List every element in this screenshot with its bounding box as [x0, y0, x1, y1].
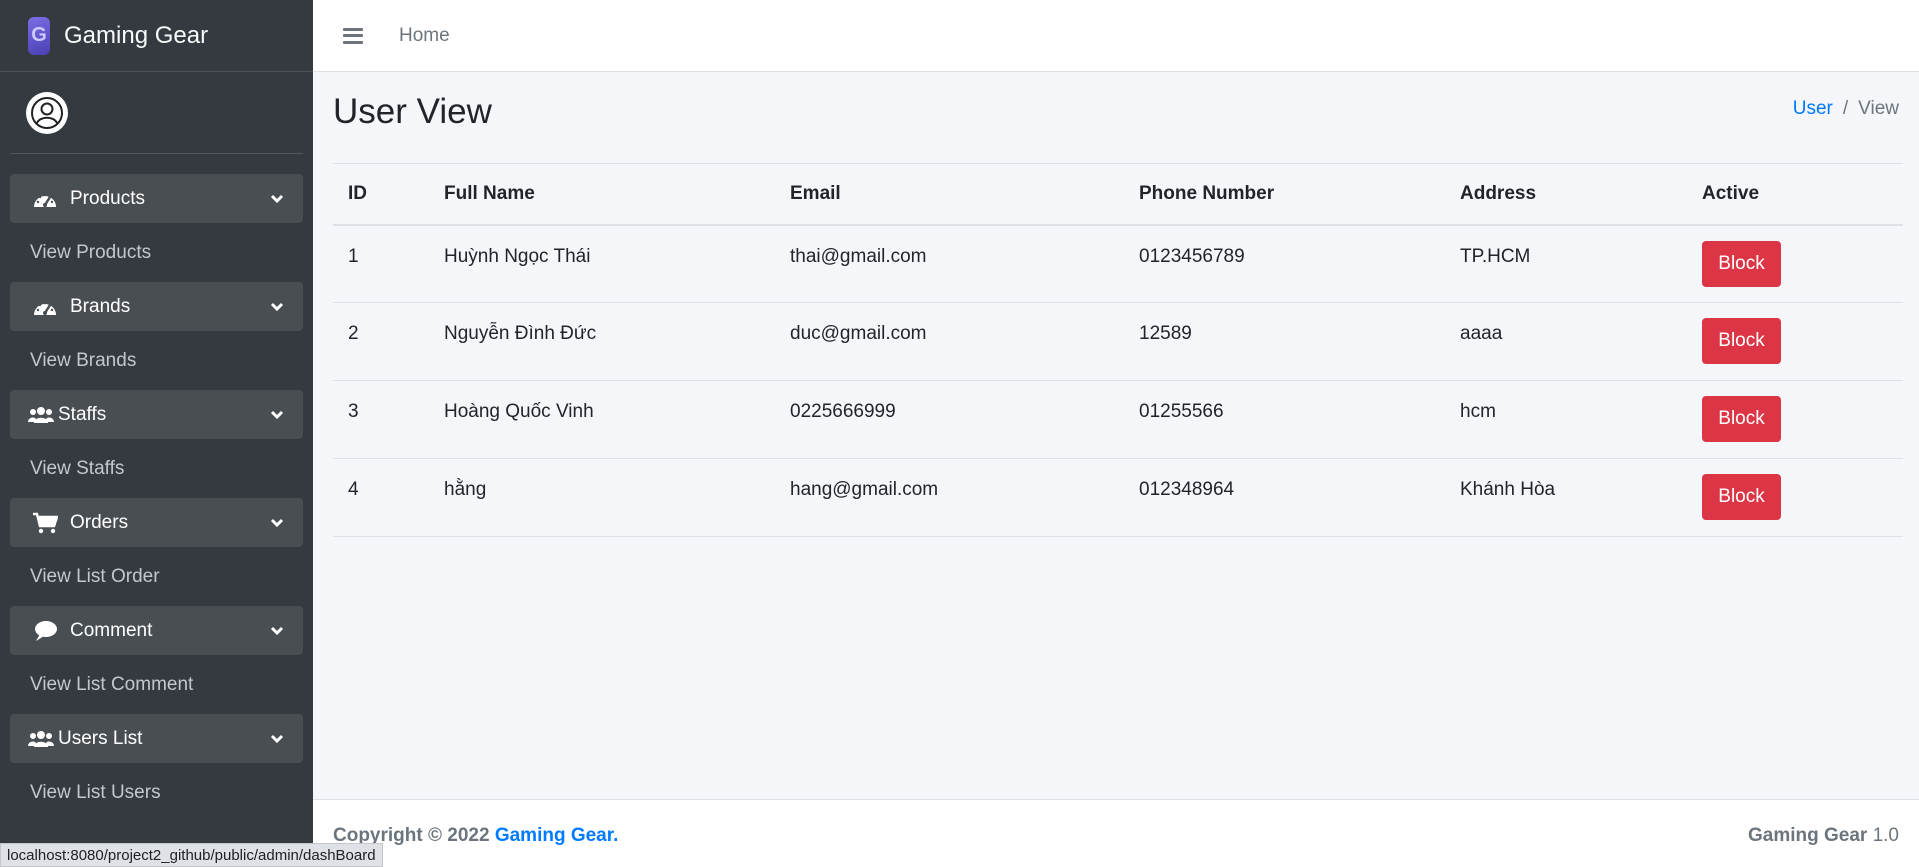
- cell-full-name: hằng: [429, 458, 775, 537]
- table-row: 2 Nguyễn Đình Đức duc@gmail.com 12589 aa…: [333, 302, 1903, 381]
- cell-email: hang@gmail.com: [775, 458, 1124, 537]
- cell-phone: 12589: [1124, 302, 1445, 381]
- sidebar-group-label: Users List: [58, 727, 143, 749]
- cell-full-name: Huỳnh Ngọc Thái: [429, 224, 775, 303]
- users-table: ID Full Name Email Phone Number Address …: [333, 163, 1903, 537]
- chevron-down-icon: [270, 518, 284, 527]
- breadcrumb-current: View: [1858, 98, 1899, 119]
- menu-toggle-icon[interactable]: [343, 26, 363, 46]
- cell-active: Block: [1687, 380, 1903, 459]
- sidebar: G Gaming Gear Products View Products Bra…: [0, 0, 313, 867]
- footer-version: Gaming Gear 1.0: [1748, 825, 1899, 847]
- sidebar-item-view-staffs[interactable]: View Staffs: [10, 439, 303, 498]
- breadcrumb-separator: /: [1842, 98, 1849, 119]
- cell-email: thai@gmail.com: [775, 224, 1124, 303]
- tachometer-icon: [30, 188, 60, 210]
- breadcrumb-user-link[interactable]: User: [1793, 98, 1833, 120]
- cell-id: 2: [333, 302, 429, 381]
- cell-email: duc@gmail.com: [775, 302, 1124, 381]
- sidebar-group-staffs[interactable]: Staffs: [10, 390, 303, 439]
- sidebar-nav: Products View Products Brands View Brand…: [0, 154, 313, 822]
- chevron-down-icon: [270, 194, 284, 203]
- browser-status-url: localhost:8080/project2_github/public/ad…: [0, 843, 383, 867]
- page-title: User View: [333, 92, 492, 131]
- users-icon: [28, 730, 54, 748]
- block-button[interactable]: Block: [1702, 240, 1781, 287]
- user-panel: [10, 72, 303, 154]
- sidebar-group-users-list[interactable]: Users List: [10, 714, 303, 763]
- chevron-down-icon: [270, 626, 284, 635]
- footer: Copyright © 2022 Gaming Gear. Gaming Gea…: [313, 799, 1919, 867]
- sidebar-group-products[interactable]: Products: [10, 174, 303, 223]
- user-circle-icon: [31, 96, 63, 129]
- chevron-down-icon: [270, 302, 284, 311]
- breadcrumb: User / View: [1793, 98, 1899, 120]
- block-button[interactable]: Block: [1702, 396, 1781, 442]
- cell-address: Khánh Hòa: [1445, 458, 1687, 537]
- column-header-email: Email: [775, 163, 1124, 226]
- cell-full-name: Hoàng Quốc Vinh: [429, 380, 775, 459]
- top-nav-home-link[interactable]: Home: [399, 25, 450, 47]
- tachometer-icon: [30, 296, 60, 318]
- cell-phone: 01255566: [1124, 380, 1445, 459]
- cell-address: hcm: [1445, 380, 1687, 459]
- chevron-down-icon: [270, 734, 284, 743]
- cart-icon: [30, 512, 60, 534]
- block-button[interactable]: Block: [1702, 318, 1781, 364]
- cell-id: 3: [333, 380, 429, 459]
- cell-id: 4: [333, 458, 429, 537]
- cell-full-name: Nguyễn Đình Đức: [429, 302, 775, 381]
- brand-logo-icon: G: [28, 16, 50, 55]
- sidebar-group-label: Comment: [70, 619, 153, 641]
- version-number: 1.0: [1872, 825, 1899, 846]
- footer-brand-link[interactable]: Gaming Gear.: [495, 825, 619, 846]
- sidebar-group-label: Staffs: [58, 403, 107, 425]
- cell-active: Block: [1687, 458, 1903, 537]
- cell-phone: 012348964: [1124, 458, 1445, 537]
- avatar[interactable]: [26, 91, 68, 134]
- sidebar-group-label: Orders: [70, 511, 129, 533]
- main-content: User View User / View ID Full Name Email…: [313, 72, 1919, 799]
- sidebar-item-view-brands[interactable]: View Brands: [10, 331, 303, 390]
- cell-active: Block: [1687, 224, 1903, 303]
- sidebar-item-view-list-users[interactable]: View List Users: [10, 763, 303, 822]
- cell-email: 0225666999: [775, 380, 1124, 459]
- version-name: Gaming Gear: [1747, 825, 1868, 846]
- cell-active: Block: [1687, 302, 1903, 381]
- column-header-active: Active: [1687, 163, 1903, 226]
- chevron-down-icon: [270, 410, 284, 419]
- sidebar-group-orders[interactable]: Orders: [10, 498, 303, 547]
- column-header-address: Address: [1445, 163, 1687, 226]
- comment-icon: [30, 620, 60, 642]
- sidebar-item-view-list-comment[interactable]: View List Comment: [10, 655, 303, 714]
- sidebar-group-label: Products: [70, 187, 145, 209]
- sidebar-item-view-list-order[interactable]: View List Order: [10, 547, 303, 606]
- cell-id: 1: [333, 224, 429, 303]
- brand-name: Gaming Gear: [64, 21, 209, 49]
- sidebar-group-comment[interactable]: Comment: [10, 606, 303, 655]
- cell-phone: 0123456789: [1124, 224, 1445, 303]
- column-header-phone: Phone Number: [1124, 163, 1445, 226]
- brand-logo-letter: G: [31, 24, 47, 46]
- sidebar-item-view-products[interactable]: View Products: [10, 223, 303, 282]
- users-icon: [28, 406, 54, 424]
- column-header-id: ID: [333, 163, 429, 226]
- table-header-row: ID Full Name Email Phone Number Address …: [333, 163, 1903, 226]
- brand-link[interactable]: G Gaming Gear: [0, 0, 313, 72]
- cell-address: aaaa: [1445, 302, 1687, 381]
- column-header-full-name: Full Name: [429, 163, 775, 226]
- table-row: 4 hằng hang@gmail.com 012348964 Khánh Hò…: [333, 458, 1903, 537]
- block-button[interactable]: Block: [1702, 474, 1781, 520]
- sidebar-group-brands[interactable]: Brands: [10, 282, 303, 331]
- table-row: 3 Hoàng Quốc Vinh 0225666999 01255566 hc…: [333, 380, 1903, 459]
- cell-address: TP.HCM: [1445, 224, 1687, 303]
- sidebar-group-label: Brands: [70, 295, 131, 317]
- top-navbar: Home: [313, 0, 1919, 72]
- table-row: 1 Huỳnh Ngọc Thái thai@gmail.com 0123456…: [333, 224, 1903, 303]
